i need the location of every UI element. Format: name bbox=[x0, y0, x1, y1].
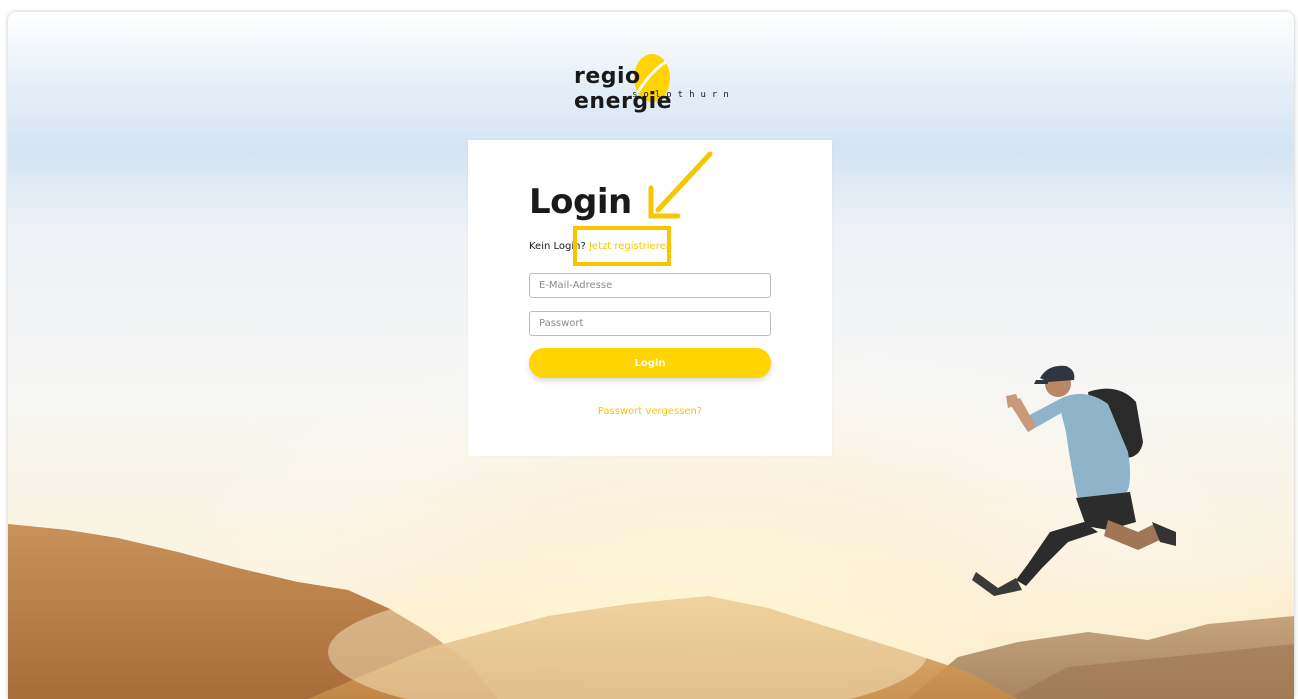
login-card: Login Kein Login? Jetzt registrieren Log… bbox=[468, 140, 832, 456]
register-link[interactable]: Jetzt registrieren bbox=[589, 241, 672, 252]
browser-viewport: regio energie solothurn Login Kein Login… bbox=[8, 12, 1294, 699]
no-login-text: Kein Login? bbox=[529, 241, 586, 252]
brand-subtitle: solothurn bbox=[632, 90, 735, 100]
register-prompt: Kein Login? Jetzt registrieren bbox=[529, 241, 672, 252]
brand-logo[interactable]: regio energie solothurn bbox=[568, 52, 738, 114]
password-field[interactable] bbox=[529, 311, 771, 336]
login-button[interactable]: Login bbox=[529, 348, 771, 378]
brand-name: regio energie bbox=[574, 64, 673, 114]
forgot-password-link[interactable]: Passwort vergessen? bbox=[468, 406, 832, 417]
page-title: Login bbox=[529, 182, 632, 222]
email-field[interactable] bbox=[529, 273, 771, 298]
